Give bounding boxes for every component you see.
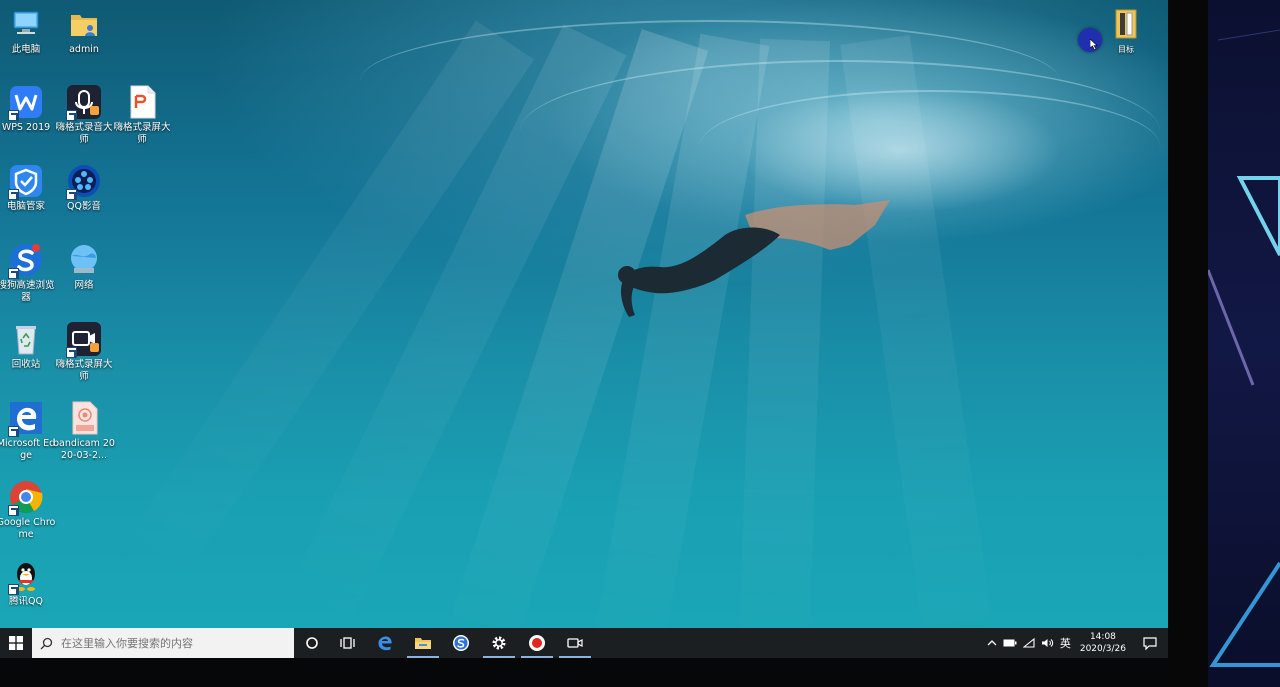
qq-player-icon	[66, 163, 102, 200]
wps-icon	[8, 84, 44, 121]
start-button[interactable]	[0, 628, 32, 658]
shortcut-arrow-icon	[66, 189, 77, 200]
recycle-bin-icon	[8, 321, 44, 357]
network-icon	[66, 242, 102, 278]
desktop-icon-screen-recorder[interactable]: 嗨格式录屏大师	[52, 321, 116, 383]
volume-indicator[interactable]	[1038, 628, 1057, 658]
video-letterbox-bottom	[0, 658, 1168, 687]
desktop-icon-network[interactable]: 网络	[52, 242, 116, 292]
monitor-bezel	[1168, 0, 1208, 687]
desktop-icon-recycle-bin[interactable]: 回收站	[0, 321, 58, 371]
screen-recorder-icon	[66, 321, 102, 358]
desktop-icon-wps[interactable]: WPS 2019	[0, 84, 58, 134]
neon-triangles-decoration	[1208, 29, 1280, 667]
diver-silhouette	[618, 200, 890, 317]
battery-indicator[interactable]	[1000, 628, 1020, 658]
shortcut-arrow-icon	[8, 584, 19, 595]
audio-recorder-icon	[66, 84, 102, 121]
taskbar-search-box[interactable]	[32, 628, 294, 658]
desktop-icon-google-chrome[interactable]: Google Chrome	[0, 479, 58, 541]
chevron-up-icon	[987, 640, 997, 646]
desktop-icon-admin[interactable]: admin	[52, 6, 116, 56]
shortcut-arrow-icon	[8, 505, 19, 516]
shortcut-arrow-icon	[8, 189, 19, 200]
system-tray: 英 14:08 2020/3/26	[984, 628, 1168, 658]
desktop-icon-this-pc[interactable]: 此电脑	[0, 6, 58, 56]
taskbar-edge[interactable]	[366, 628, 404, 658]
this-pc-icon	[8, 6, 44, 42]
desktop-icon-microsoft-edge[interactable]: Microsoft Edge	[0, 400, 58, 462]
sogou-browser-icon	[453, 635, 469, 651]
shortcut-arrow-icon	[8, 110, 19, 121]
shortcut-arrow-icon	[8, 268, 19, 279]
windows-logo-icon	[9, 636, 23, 650]
desktop-icon-target-folder[interactable]: 目标	[1094, 6, 1158, 56]
file-explorer-icon	[415, 638, 431, 649]
shortcut-arrow-icon	[66, 110, 77, 121]
desktop-icon-qq-player[interactable]: QQ影音	[52, 163, 116, 213]
taskbar-file-explorer[interactable]	[404, 628, 442, 658]
mp4-file-icon	[66, 400, 102, 436]
wave-line	[700, 90, 1160, 202]
cortana-icon	[306, 637, 318, 649]
camera-icon	[567, 638, 583, 648]
desktop-icon-pdf-file[interactable]: 嗨格式录屏大师	[110, 84, 174, 146]
taskbar-camera-recorder[interactable]	[556, 628, 594, 658]
input-method-indicator[interactable]: 英	[1057, 628, 1074, 658]
chrome-icon	[8, 479, 44, 516]
taskbar-settings[interactable]	[480, 628, 518, 658]
battery-icon	[1003, 639, 1017, 647]
taskbar: 英 14:08 2020/3/26	[0, 628, 1168, 658]
settings-icon	[492, 636, 506, 650]
desktop-icon-sogou-browser[interactable]: 搜狗高速浏览器	[0, 242, 58, 304]
desktop-icon-bandicam-video[interactable]: bandicam 2020-03-2...	[52, 400, 116, 462]
record-icon	[529, 635, 545, 651]
task-view-icon	[340, 637, 355, 649]
pc-manager-icon	[8, 163, 44, 200]
edge-icon	[378, 636, 392, 651]
side-decorative-panel	[1208, 0, 1280, 687]
network-indicator[interactable]	[1020, 628, 1038, 658]
desktop-wallpaper: 此电脑 admin WPS 2019 嗨格式录音大师 嗨格式录屏大师 电脑管家	[0, 0, 1168, 628]
desktop-icon-tencent-qq[interactable]: 腾讯QQ	[0, 558, 58, 608]
desktop-icon-pc-manager[interactable]: 电脑管家	[0, 163, 58, 213]
taskbar-sogou-browser[interactable]	[442, 628, 480, 658]
search-input[interactable]	[59, 635, 283, 651]
shortcut-arrow-icon	[8, 426, 19, 437]
user-folder-icon	[66, 6, 102, 42]
shortcut-arrow-icon	[66, 347, 77, 358]
task-view-button[interactable]	[330, 628, 366, 658]
speaker-icon	[1041, 639, 1053, 647]
taskbar-recorder[interactable]	[518, 628, 556, 658]
clock-time: 14:08	[1089, 632, 1116, 642]
qq-icon	[8, 558, 44, 595]
search-icon	[40, 637, 53, 649]
network-signal-icon	[1022, 638, 1035, 648]
desktop-icon-audio-recorder[interactable]: 嗨格式录音大师	[52, 84, 116, 146]
clock-date: 2020/3/26	[1079, 644, 1126, 654]
folder-book-icon	[1108, 6, 1144, 42]
sogou-browser-icon	[8, 242, 44, 279]
edge-icon	[8, 400, 44, 437]
action-center-button[interactable]	[1132, 628, 1168, 658]
cortana-button[interactable]	[294, 628, 330, 658]
tray-overflow-button[interactable]	[984, 628, 1000, 658]
pdf-doc-icon	[124, 84, 160, 120]
notification-icon	[1143, 636, 1157, 650]
clock[interactable]: 14:08 2020/3/26	[1074, 628, 1132, 658]
